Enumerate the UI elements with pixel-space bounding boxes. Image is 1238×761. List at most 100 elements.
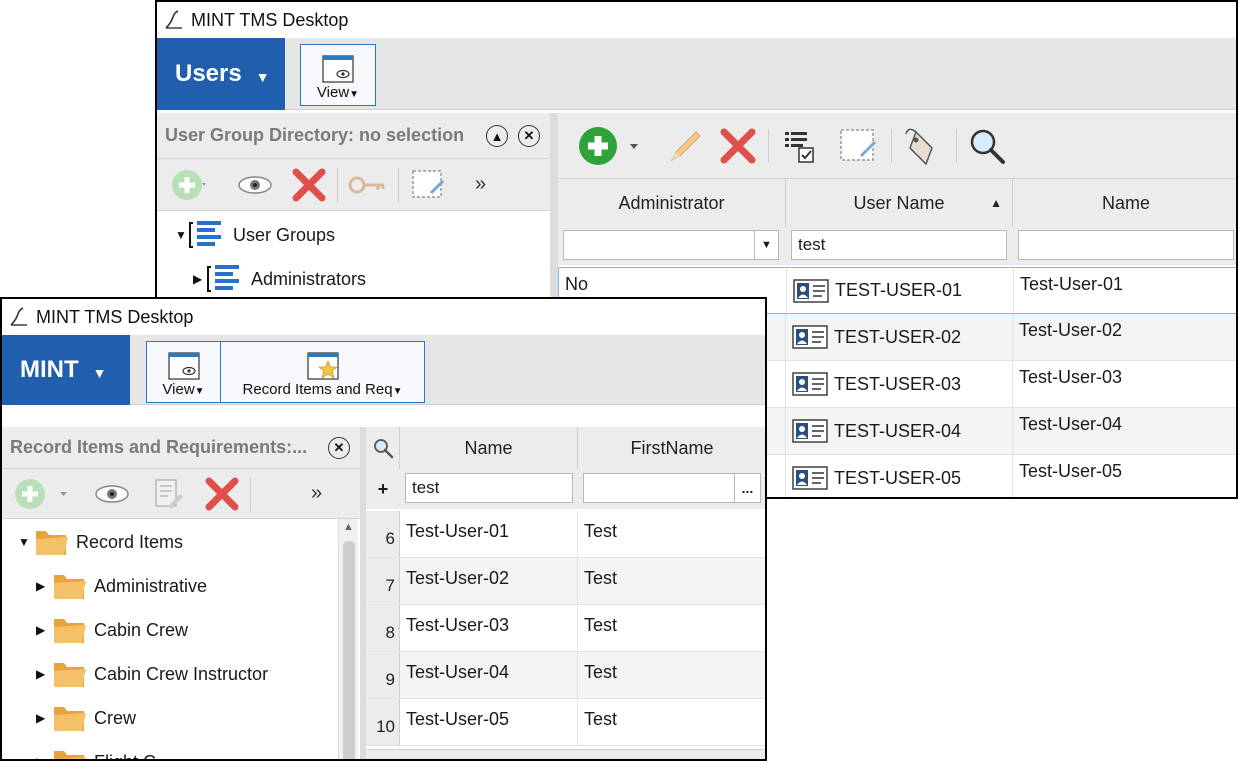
cell-text: Test-User-03 <box>406 615 510 635</box>
view-group: View▼ Record Items and Req▼ <box>146 341 425 403</box>
view-details-button[interactable] <box>237 173 273 197</box>
table-row[interactable]: 7 Test-User-02 Test <box>366 558 765 605</box>
tree-item-crew[interactable]: ▶ Crew <box>36 701 136 735</box>
table-row[interactable]: 9 Test-User-04 Test <box>366 652 765 699</box>
name-cell: Test-User-03 <box>400 605 578 651</box>
user-card-icon <box>792 419 828 443</box>
filter-value: test <box>412 478 440 497</box>
permissions-button[interactable] <box>348 173 388 197</box>
left-toolbar: » <box>2 469 362 519</box>
collapsed-arrow-icon: ▶ <box>36 623 46 637</box>
folder-icon <box>54 663 86 687</box>
column-header-first-name[interactable]: FirstName <box>578 427 765 469</box>
scroll-up-icon[interactable]: ▲ <box>343 521 354 533</box>
row-number: 7 <box>366 558 400 604</box>
table-row[interactable]: 6 Test-User-01 Test <box>366 511 765 558</box>
separator <box>250 476 251 511</box>
name-filter[interactable] <box>1018 230 1234 260</box>
group-list-icon <box>189 221 221 248</box>
tree-item-administrative[interactable]: ▶ Administrative <box>36 569 207 603</box>
scrollbar-thumb[interactable] <box>343 541 355 759</box>
delete-user-button[interactable] <box>718 126 758 166</box>
select-button[interactable] <box>409 167 449 203</box>
tree-scrollbar[interactable]: ▲ <box>338 519 358 759</box>
separator <box>768 128 769 163</box>
more-icon[interactable]: » <box>475 173 486 196</box>
tree-item-record-items[interactable]: ▼ Record Items <box>18 525 183 559</box>
grid-search-header[interactable] <box>366 427 400 469</box>
cell-text: Test <box>584 521 618 541</box>
view-label: View <box>316 84 350 101</box>
delete-button[interactable] <box>291 167 327 203</box>
name-cell: Test-User-05 <box>1013 455 1236 497</box>
tree-item-user-groups[interactable]: ▼ User Groups <box>175 217 335 253</box>
name-cell: Test-User-01 <box>400 511 578 557</box>
select-button[interactable] <box>837 126 881 166</box>
panel-title: Record Items and Requirements:... <box>10 437 308 457</box>
add-row-icon[interactable]: + <box>366 469 400 509</box>
tree-item-cabin-crew-instructor[interactable]: ▶ Cabin Crew Instructor <box>36 657 268 691</box>
tree-item-administrators[interactable]: ▶ Administrators <box>193 261 366 297</box>
column-header-name[interactable]: Name <box>400 427 578 469</box>
view-details-button[interactable] <box>94 482 130 506</box>
cell-text: Test-User-05 <box>1019 461 1123 481</box>
table-row[interactable]: 10 Test-User-05 Test <box>366 699 765 746</box>
mint-app-button[interactable]: MINT ▼ <box>2 335 130 405</box>
collapse-icon[interactable]: ▲ <box>486 125 508 147</box>
more-icon[interactable]: » <box>311 482 322 505</box>
search-button[interactable] <box>967 126 1007 166</box>
cell-text: Test-User-03 <box>1019 367 1123 387</box>
table-row[interactable]: 8 Test-User-03 Test <box>366 605 765 652</box>
cell-text: TEST-USER-03 <box>834 373 962 394</box>
add-user-button[interactable] <box>576 124 648 168</box>
first-name-filter[interactable]: ... <box>583 473 761 503</box>
tag-icon <box>905 128 933 165</box>
sort-ascending-icon: ▲ <box>990 196 1002 210</box>
user-name-filter[interactable]: test <box>791 230 1007 260</box>
view-button[interactable]: View▼ <box>301 45 375 105</box>
titlebar: MINT TMS Desktop <box>157 2 1236 38</box>
search-icon <box>373 439 393 459</box>
add-icon <box>579 126 638 165</box>
column-label: User Name <box>853 192 945 213</box>
close-icon[interactable]: ✕ <box>518 125 540 147</box>
view-label: View <box>162 381 195 398</box>
separator <box>891 128 892 163</box>
panel-title: User Group Directory: no selection <box>165 125 465 145</box>
tag-button[interactable] <box>902 124 946 168</box>
edit-record-button[interactable] <box>150 476 186 512</box>
tree-item-flight-crew[interactable]: ▶ Flight C... <box>36 745 171 759</box>
users-app-button[interactable]: Users ▼ <box>157 38 285 110</box>
chevron-down-icon[interactable]: ▼ <box>754 231 778 259</box>
administrator-filter[interactable]: ▼ <box>563 230 779 260</box>
search-icon <box>970 129 1005 164</box>
column-header-name[interactable]: Name <box>1013 179 1236 227</box>
column-header-administrator[interactable]: Administrator <box>558 179 786 227</box>
column-header-user-name[interactable]: User Name ▲ <box>786 179 1013 227</box>
cell-text: Test-User-01 <box>406 521 510 541</box>
chevron-down-icon: ▼ <box>349 89 360 100</box>
view-button[interactable]: View▼ <box>147 342 221 402</box>
edit-button[interactable] <box>664 126 704 166</box>
cell-text: No <box>565 274 589 294</box>
ellipsis-button[interactable]: ... <box>734 474 760 502</box>
collapsed-arrow-icon: ▶ <box>36 579 46 593</box>
checklist-icon <box>785 131 814 163</box>
record-items-button[interactable]: Record Items and Req▼ <box>221 342 424 402</box>
record-items-header: Record Items and Requirements:... ✕ <box>2 427 362 469</box>
delete-button[interactable] <box>204 476 240 512</box>
add-button[interactable] <box>169 167 209 203</box>
user-name-cell: TEST-USER-04 <box>786 408 1013 454</box>
close-icon[interactable]: ✕ <box>328 437 350 459</box>
cell-text: TEST-USER-05 <box>834 467 962 488</box>
name-cell: Test-User-02 <box>400 558 578 604</box>
tree-item-cabin-crew[interactable]: ▶ Cabin Crew <box>36 613 188 647</box>
name-filter[interactable]: test <box>405 473 573 503</box>
checklist-button[interactable] <box>779 126 819 166</box>
name-cell: Test-User-03 <box>1013 361 1236 407</box>
collapsed-arrow-icon: ▶ <box>36 711 46 725</box>
add-button[interactable] <box>12 476 76 512</box>
users-toolbar <box>558 113 1236 179</box>
user-name-cell: TEST-USER-05 <box>786 455 1013 497</box>
tree-item-label: Administrators <box>251 268 367 289</box>
